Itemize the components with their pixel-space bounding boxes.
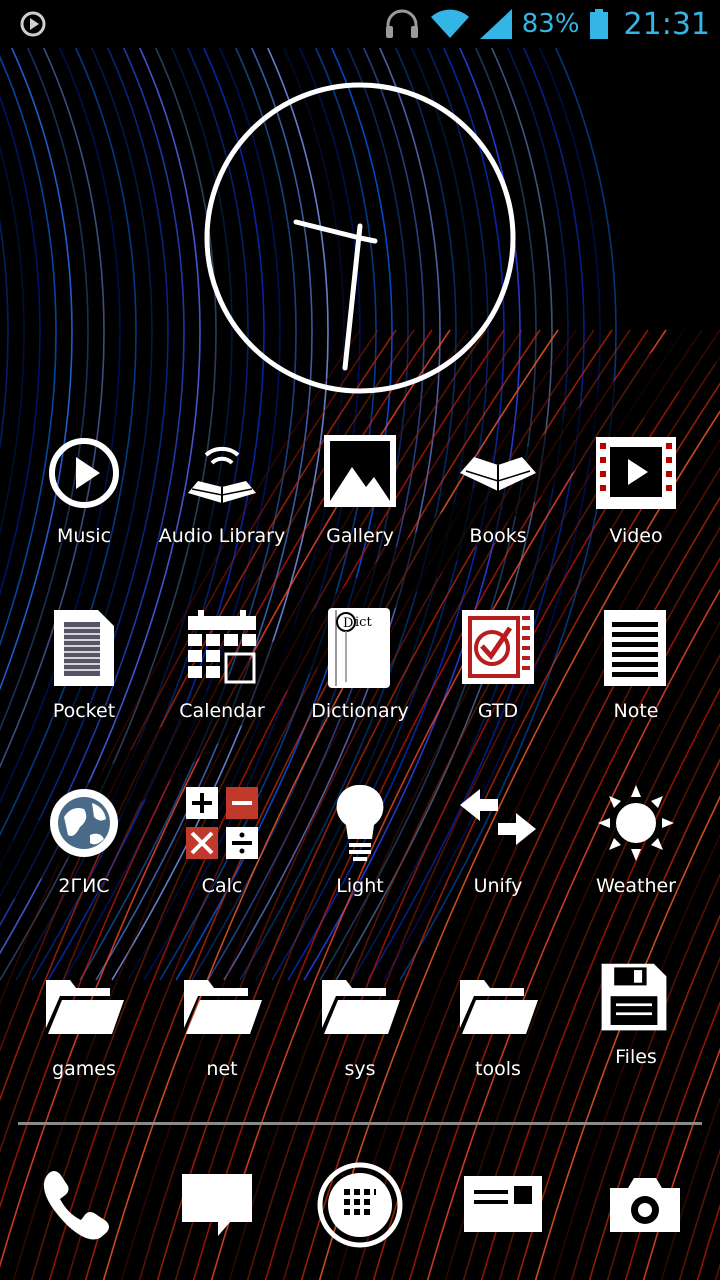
status-time: 21:31 bbox=[623, 6, 710, 42]
floppy-icon bbox=[601, 963, 667, 1031]
headset-icon bbox=[385, 9, 418, 38]
folder-label: sys bbox=[344, 1058, 376, 1080]
folder-icon bbox=[460, 980, 538, 1034]
folder-icon bbox=[46, 980, 124, 1034]
folder-label: games bbox=[52, 1058, 116, 1080]
app-dictionary[interactable]: D ict Dictionary bbox=[290, 608, 430, 758]
battery-percent: 83% bbox=[521, 9, 580, 39]
folder-label: tools bbox=[475, 1058, 521, 1080]
folder-games[interactable]: games bbox=[14, 960, 154, 1110]
folder-icon bbox=[184, 980, 262, 1034]
play-notification-icon[interactable] bbox=[20, 11, 46, 37]
app-label: Light bbox=[336, 875, 384, 897]
mail-icon[interactable] bbox=[458, 1160, 548, 1250]
clock-hour-hand bbox=[293, 219, 363, 241]
dictionary-icon: D ict bbox=[328, 608, 390, 688]
dock-divider bbox=[18, 1122, 702, 1125]
app-calendar[interactable]: Calendar bbox=[152, 608, 292, 758]
app-label: Calc bbox=[201, 875, 243, 897]
app-pocket[interactable]: Pocket bbox=[14, 608, 154, 758]
app-music[interactable]: Music bbox=[14, 433, 154, 583]
svg-text:ict: ict bbox=[355, 615, 372, 630]
app-gtd[interactable]: GTD bbox=[428, 608, 568, 758]
app-label: GTD bbox=[477, 700, 519, 722]
app-weather[interactable]: Weather bbox=[566, 783, 706, 933]
folder-net[interactable]: net bbox=[152, 960, 292, 1110]
calendar-icon bbox=[188, 610, 256, 684]
app-label: Files bbox=[615, 1046, 657, 1068]
app-label: Note bbox=[613, 700, 659, 722]
folder-sys[interactable]: sys bbox=[290, 960, 430, 1110]
phone-icon[interactable] bbox=[30, 1160, 120, 1250]
app-audio-library[interactable]: Audio Library bbox=[152, 433, 292, 583]
app-2gis[interactable]: 2ГИС bbox=[14, 783, 154, 933]
app-label: Calendar bbox=[179, 700, 265, 722]
document-icon bbox=[54, 610, 114, 686]
app-label: Audio Library bbox=[158, 525, 286, 547]
app-label: 2ГИС bbox=[58, 875, 110, 897]
arrows-icon bbox=[460, 789, 536, 845]
app-label: Unify bbox=[473, 875, 523, 897]
audiobook-icon bbox=[188, 446, 256, 503]
clock-minute-hand bbox=[342, 223, 363, 371]
app-label: Pocket bbox=[52, 700, 116, 722]
app-label: Books bbox=[469, 525, 527, 547]
film-icon bbox=[596, 437, 676, 509]
calculator-icon bbox=[186, 787, 258, 859]
app-label: Dictionary bbox=[311, 700, 409, 722]
picture-icon bbox=[324, 435, 396, 507]
folder-tools[interactable]: tools bbox=[428, 960, 568, 1110]
open-book-icon bbox=[460, 457, 536, 491]
svg-text:D: D bbox=[343, 616, 353, 631]
play-circle-icon bbox=[49, 438, 119, 508]
app-label: Video bbox=[609, 525, 663, 547]
battery-icon bbox=[589, 9, 608, 39]
message-icon[interactable] bbox=[172, 1160, 262, 1250]
app-unify[interactable]: Unify bbox=[428, 783, 568, 933]
folder-icon bbox=[322, 980, 400, 1034]
app-video[interactable]: Video bbox=[566, 433, 706, 583]
app-gallery[interactable]: Gallery bbox=[290, 433, 430, 583]
lightbulb-icon bbox=[336, 784, 384, 861]
status-bar: 83% 21:31 bbox=[0, 0, 720, 48]
globe-icon bbox=[50, 789, 118, 857]
app-label: Music bbox=[56, 525, 112, 547]
signal-icon bbox=[479, 9, 512, 39]
app-label: Weather bbox=[596, 875, 676, 897]
app-label: Gallery bbox=[326, 525, 394, 547]
app-files[interactable]: Files bbox=[566, 960, 706, 1110]
app-drawer-icon[interactable] bbox=[315, 1160, 405, 1250]
notepad-icon bbox=[604, 610, 666, 686]
checklist-icon bbox=[462, 610, 534, 684]
app-books[interactable]: Books bbox=[428, 433, 568, 583]
wifi-icon bbox=[430, 9, 469, 38]
status-indicators: 83% 21:31 bbox=[384, 0, 710, 48]
app-note[interactable]: Note bbox=[566, 608, 706, 758]
app-light[interactable]: Light bbox=[290, 783, 430, 933]
camera-icon[interactable] bbox=[600, 1160, 690, 1250]
analog-clock-widget[interactable] bbox=[203, 81, 517, 395]
app-calc[interactable]: Calc bbox=[152, 783, 292, 933]
sun-icon bbox=[598, 785, 674, 861]
folder-label: net bbox=[206, 1058, 238, 1080]
